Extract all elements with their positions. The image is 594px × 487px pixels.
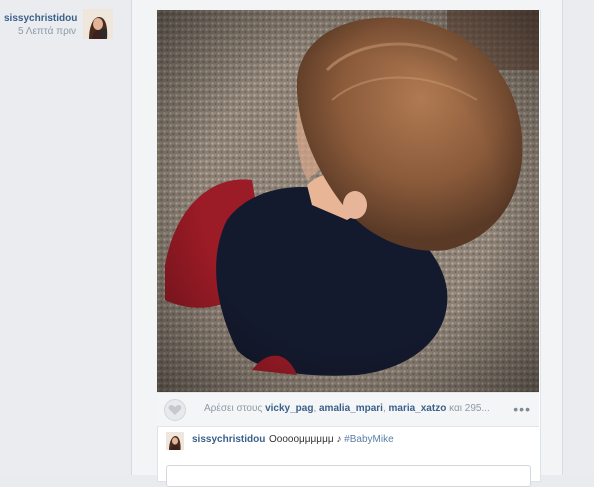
liker-link[interactable]: vicky_pag xyxy=(265,403,313,414)
left-column xyxy=(0,0,131,475)
likes-bar: Αρέσει στους vicky_pag, amalia_mpari, ma… xyxy=(157,392,539,427)
liker-link[interactable]: amalia_mpari xyxy=(319,403,383,414)
right-column xyxy=(562,0,594,475)
post-timestamp[interactable]: 5 Λεπτά πριν xyxy=(4,25,76,38)
caption-username[interactable]: sissychristidou xyxy=(192,434,265,445)
hashtag-link[interactable]: #BabyMike xyxy=(344,434,393,445)
post-photo[interactable] xyxy=(157,10,539,392)
caption-avatar[interactable] xyxy=(166,432,184,450)
comment-input[interactable] xyxy=(166,465,531,487)
author-username[interactable]: sissychristidou xyxy=(4,12,77,25)
more-options-icon[interactable]: ••• xyxy=(513,402,531,416)
caption-body: Οοοοομμμμμμ xyxy=(269,434,337,445)
likes-prefix: Αρέσει στους xyxy=(204,403,263,414)
post-caption: sissychristidou Οοοοομμμμμμ ♪ #BabyMike xyxy=(157,427,539,451)
likes-summary: Αρέσει στους vicky_pag, amalia_mpari, ma… xyxy=(204,403,490,414)
post-author-info: sissychristidou 5 Λεπτά πριν xyxy=(4,12,77,38)
caption-text: Οοοοομμμμμμ ♪ #BabyMike xyxy=(269,434,394,445)
author-avatar[interactable] xyxy=(83,9,113,39)
liker-link[interactable]: maria_xatzo xyxy=(389,403,447,414)
heart-icon[interactable] xyxy=(164,399,186,421)
music-note-icon: ♪ xyxy=(336,434,345,445)
likes-count[interactable]: και 295... xyxy=(449,403,490,414)
